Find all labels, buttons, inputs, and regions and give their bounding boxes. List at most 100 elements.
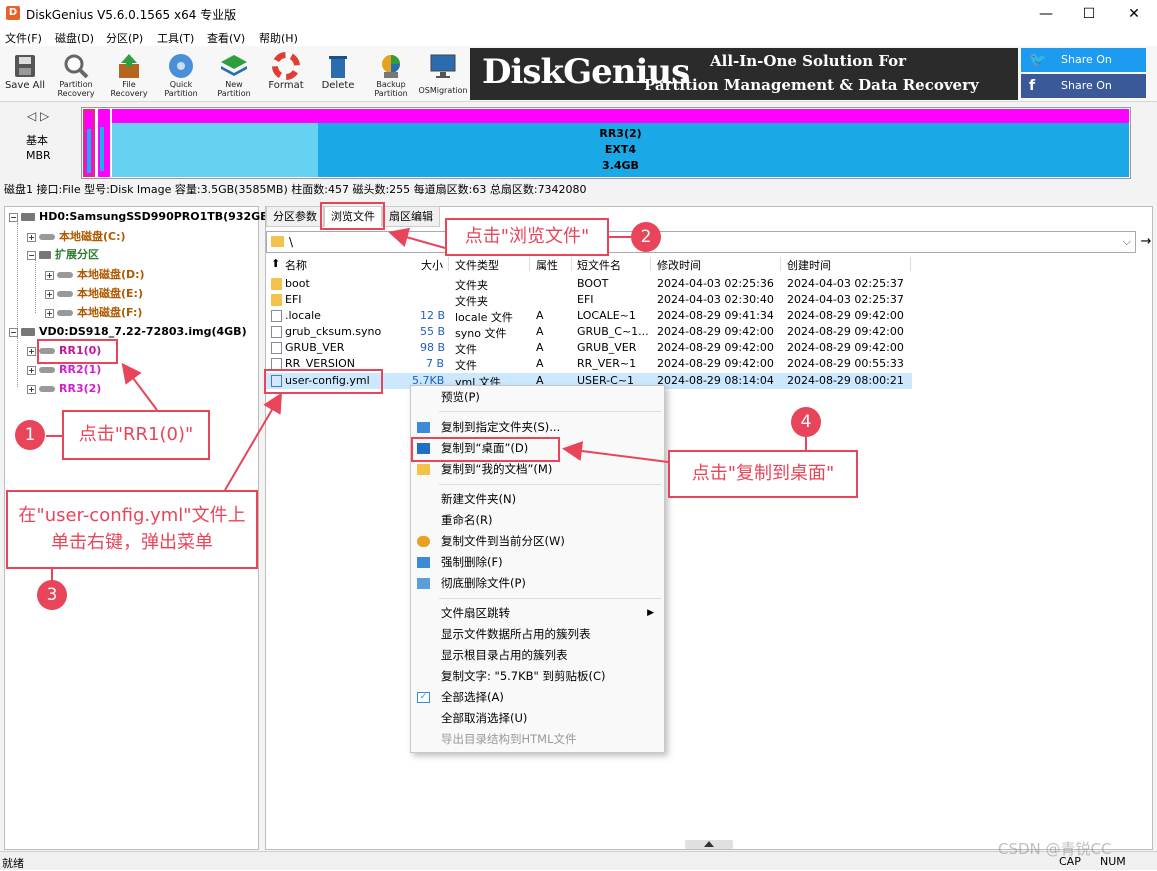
file-row-locale[interactable]: .locale 12 B locale 文件 A LOCALE~1 2024-0… xyxy=(266,308,1152,324)
col-attr[interactable]: 属性 xyxy=(536,257,558,273)
close-button[interactable]: ✕ xyxy=(1111,0,1157,28)
file-modified: 2024-08-29 09:42:00 xyxy=(657,325,774,338)
panel-splitter-handle[interactable] xyxy=(685,840,733,849)
partition-block-rr1[interactable] xyxy=(83,109,95,177)
menu-preview[interactable]: 预览(P) xyxy=(411,387,664,408)
file-attr: A xyxy=(536,309,544,322)
menu-wipe-delete[interactable]: 彻底删除文件(P) xyxy=(411,573,664,594)
chevron-down-icon[interactable]: ⌵ xyxy=(1123,235,1131,249)
save-all-button[interactable]: Save All xyxy=(0,50,50,100)
minimize-button[interactable]: — xyxy=(1023,0,1069,28)
partition-block-rr3[interactable]: RR3(2) EXT4 3.4GB xyxy=(112,109,1129,177)
banner-tagline-2: Partition Management & Data Recovery xyxy=(644,76,979,94)
tree-extended[interactable]: − 扩展分区 xyxy=(27,247,99,263)
menu-help[interactable]: 帮助(H) xyxy=(259,30,298,46)
partition-recovery-button[interactable]: Partition Recovery xyxy=(51,50,101,100)
go-arrow-icon[interactable]: → xyxy=(1139,231,1153,253)
highlight-copy-desktop xyxy=(411,437,560,462)
annotation-step2: 点击"浏览文件" xyxy=(445,218,609,256)
col-name[interactable]: 名称 xyxy=(285,257,307,273)
file-icon xyxy=(271,310,282,322)
menu-deselect-all[interactable]: 全部取消选择(U) xyxy=(411,708,664,729)
file-recovery-button[interactable]: File Recovery xyxy=(104,50,154,100)
tab-sector-editor[interactable]: 扇区编辑 xyxy=(382,206,440,227)
path-bar[interactable]: \ ⌵ xyxy=(266,231,1136,253)
file-row-boot[interactable]: boot 文件夹 BOOT 2024-04-03 02:25:36 2024-0… xyxy=(266,276,1152,292)
file-type: 文件夹 xyxy=(455,295,488,308)
sort-up-icon[interactable]: ⬆ xyxy=(271,257,280,270)
menu-partition[interactable]: 分区(P) xyxy=(106,30,143,46)
col-size[interactable]: 大小 xyxy=(421,257,443,273)
file-short: EFI xyxy=(577,293,594,306)
menu-copy-to-current-partition[interactable]: 复制文件到当前分区(W) xyxy=(411,531,664,552)
os-migration-button[interactable]: OSMigration xyxy=(418,50,468,100)
tree-disk-hd0[interactable]: − HD0:SamsungSSD990PRO1TB(932GB xyxy=(9,209,269,225)
disk-type: 基本 xyxy=(26,134,48,147)
tab-partition-params[interactable]: 分区参数 xyxy=(266,206,324,227)
menu-force-delete[interactable]: 强制删除(F) xyxy=(411,552,664,573)
content-pane: 分区参数 浏览文件 扇区编辑 \ ⌵ → ⬆ 名称 大小 文件类型 属性 短文件… xyxy=(265,206,1153,850)
menu-view[interactable]: 查看(V) xyxy=(207,30,245,46)
quick-partition-button[interactable]: Quick Partition xyxy=(156,50,206,100)
partition-icon xyxy=(57,291,73,297)
menu-show-root-clusters[interactable]: 显示根目录占用的簇列表 xyxy=(411,645,664,666)
col-created[interactable]: 创建时间 xyxy=(787,257,831,273)
file-modified: 2024-08-29 08:14:04 xyxy=(657,374,774,387)
tree-partition-c[interactable]: + 本地磁盘(C:) xyxy=(27,229,126,245)
file-row-grub-cksum[interactable]: grub_cksum.syno 55 B syno 文件 A GRUB_C~1.… xyxy=(266,324,1152,340)
layers-icon xyxy=(221,55,247,76)
file-row-grub-ver[interactable]: GRUB_VER 98 B 文件 A GRUB_VER 2024-08-29 0… xyxy=(266,340,1152,356)
watermark: CSDN @青锐CC xyxy=(998,840,1112,858)
file-size: 12 B xyxy=(420,309,446,322)
file-size: 7 B xyxy=(426,357,445,370)
file-list-header: ⬆ 名称 大小 文件类型 属性 短文件名 修改时间 创建时间 xyxy=(266,255,1152,273)
tree-partition-f[interactable]: + 本地磁盘(F:) xyxy=(45,305,142,321)
menu-disk[interactable]: 磁盘(D) xyxy=(55,30,94,46)
backup-partition-button[interactable]: Backup Partition xyxy=(366,50,416,100)
menu-file[interactable]: 文件(F) xyxy=(5,30,42,46)
file-type: 文件 xyxy=(455,359,477,372)
file-created: 2024-08-29 08:00:21 xyxy=(787,374,904,387)
maximize-button[interactable]: ☐ xyxy=(1066,0,1112,28)
file-modified: 2024-04-03 02:25:36 xyxy=(657,277,774,290)
col-short-name[interactable]: 短文件名 xyxy=(577,257,621,273)
col-modified[interactable]: 修改时间 xyxy=(657,257,701,273)
partition-block-rr2[interactable] xyxy=(98,109,110,177)
menu-file-sector-jump[interactable]: 文件扇区跳转 ▶ xyxy=(411,603,664,624)
menu-copy-to-folder[interactable]: 复制到指定文件夹(S)... xyxy=(411,417,664,438)
menu-new-folder[interactable]: 新建文件夹(N) xyxy=(411,489,664,510)
tree-extended-label: 扩展分区 xyxy=(55,248,99,261)
col-type[interactable]: 文件类型 xyxy=(455,257,499,273)
shred-icon xyxy=(417,578,430,589)
menu-copy-to-documents[interactable]: 复制到“我的文档”(M) xyxy=(411,459,664,480)
file-created: 2024-04-03 02:25:37 xyxy=(787,293,904,306)
tree-partition-d[interactable]: + 本地磁盘(D:) xyxy=(45,267,145,283)
file-row-efi[interactable]: EFI 文件夹 EFI 2024-04-03 02:30:40 2024-04-… xyxy=(266,292,1152,308)
partition-icon xyxy=(39,386,55,392)
share-twitter-button[interactable]: 🐦 Share On Twitter xyxy=(1021,48,1146,90)
file-row-rr-version[interactable]: RR_VERSION 7 B 文件 A RR_VER~1 2024-08-29 … xyxy=(266,356,1152,372)
menu-tools[interactable]: 工具(T) xyxy=(157,30,194,46)
share-facebook-button[interactable]: f Share On Facebook xyxy=(1021,74,1146,116)
menu-select-all[interactable]: ✓ 全部选择(A) xyxy=(411,687,664,708)
disk-icon xyxy=(169,54,193,78)
menu-copy-text[interactable]: 复制文字: "5.7KB" 到剪贴板(C) xyxy=(411,666,664,687)
os-migration-label: OSMigration xyxy=(418,86,468,95)
disk-nav-arrows[interactable]: ◁ ▷ xyxy=(27,109,49,123)
format-button[interactable]: Format xyxy=(261,50,311,100)
file-modified: 2024-08-29 09:41:34 xyxy=(657,309,774,322)
twitter-icon: 🐦 xyxy=(1029,52,1047,68)
new-partition-label-2: Partition xyxy=(217,89,251,98)
menu-rename[interactable]: 重命名(R) xyxy=(411,510,664,531)
delete-button[interactable]: Delete xyxy=(313,50,363,100)
facebook-icon: f xyxy=(1029,78,1036,94)
tree-disk-vd0[interactable]: − VD0:DS918_7.22-72803.img(4GB) xyxy=(9,324,247,340)
tree-partition-rr2[interactable]: + RR2(1) xyxy=(27,362,101,378)
step-number-4: 4 xyxy=(791,407,821,437)
new-partition-button[interactable]: New Partition xyxy=(209,50,259,100)
tree-partition-e[interactable]: + 本地磁盘(E:) xyxy=(45,286,143,302)
menu-show-file-clusters[interactable]: 显示文件数据所占用的簇列表 xyxy=(411,624,664,645)
path-text: \ xyxy=(289,235,294,249)
virtual-disk-icon xyxy=(21,328,35,336)
tree-partition-rr3[interactable]: + RR3(2) xyxy=(27,381,101,397)
